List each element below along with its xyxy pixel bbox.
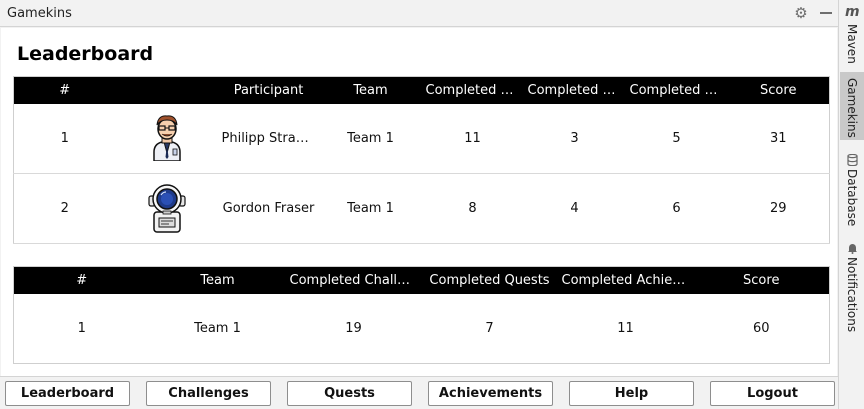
- tool-window-title: Gamekins: [7, 6, 72, 21]
- logout-button[interactable]: Logout: [710, 381, 835, 406]
- avatar-astronaut-icon: [146, 181, 188, 237]
- cell-completed-achievements: 5: [625, 103, 728, 174]
- stripe-item-notifications[interactable]: Notifications: [840, 238, 864, 332]
- column-header-completed-achievements[interactable]: Completed Achiev...: [557, 266, 694, 294]
- table-row[interactable]: 2 Gordon Fraser Team 1 8 4 6 29: [13, 173, 830, 244]
- stripe-label: Maven: [845, 24, 859, 64]
- cell-team: Team 1: [194, 320, 241, 336]
- stripe-item-database[interactable]: Database: [840, 150, 864, 226]
- teams-table: # Team Completed Challen... Completed Qu…: [13, 266, 830, 364]
- cell-completed-quests: 4: [523, 173, 626, 244]
- leaderboard-button[interactable]: Leaderboard: [5, 381, 130, 406]
- right-tool-stripe: m Maven Gamekins Database Notifications: [838, 0, 864, 409]
- table-header-row: # Team Completed Challen... Completed Qu…: [13, 266, 830, 294]
- maven-logo-icon: m: [845, 4, 860, 20]
- help-button[interactable]: Help: [569, 381, 694, 406]
- avatar-glasses-man-icon: [150, 111, 184, 165]
- quests-button[interactable]: Quests: [287, 381, 412, 406]
- stripe-item-gamekins[interactable]: Gamekins: [840, 72, 864, 140]
- stripe-label: Gamekins: [845, 78, 859, 138]
- minimize-icon[interactable]: [820, 12, 832, 14]
- cell-rank: 1: [77, 320, 86, 336]
- column-header-avatar[interactable]: [115, 76, 218, 104]
- table-row[interactable]: 1 Team 1 19 7 11 60: [14, 294, 830, 364]
- bell-icon: [846, 242, 858, 254]
- leaderboard-panel: Leaderboard # Participant Team Completed…: [1, 28, 837, 376]
- achievements-button[interactable]: Achievements: [428, 381, 553, 406]
- cell-team: Team 1: [319, 173, 422, 244]
- bottom-nav-bar: Leaderboard Challenges Quests Achievemen…: [0, 376, 838, 409]
- cell-score: 60: [752, 320, 770, 336]
- stripe-label: Database: [845, 169, 859, 227]
- cell-completed-challenges: 19: [345, 320, 362, 336]
- column-header-score[interactable]: Score: [693, 266, 830, 294]
- column-header-completed-quests[interactable]: Completed Q...: [523, 76, 626, 104]
- cell-rank: 1: [13, 103, 116, 174]
- database-icon: [846, 153, 858, 167]
- column-header-rank[interactable]: #: [13, 266, 150, 294]
- column-header-completed-challenges[interactable]: Completed C...: [421, 76, 524, 104]
- column-header-completed-challenges[interactable]: Completed Challen...: [285, 266, 422, 294]
- table-row[interactable]: 1 Philipp Strau... Team 1 11 3 5 31: [13, 103, 830, 174]
- column-header-completed-achievements[interactable]: Completed A...: [625, 76, 728, 104]
- stripe-label: Notifications: [845, 257, 859, 333]
- column-header-team[interactable]: Team: [319, 76, 422, 104]
- column-header-completed-quests[interactable]: Completed Quests: [421, 266, 558, 294]
- table-header-row: # Participant Team Completed C... Comple…: [13, 76, 830, 104]
- tool-window-header: Gamekins ⚙: [0, 0, 838, 27]
- cell-avatar: [115, 173, 218, 244]
- cell-completed-achievements: 11: [617, 320, 634, 336]
- cell-score: 29: [727, 173, 830, 244]
- cell-completed-quests: 3: [523, 103, 626, 174]
- column-header-team[interactable]: Team: [149, 266, 286, 294]
- cell-completed-challenges: 8: [421, 173, 524, 244]
- column-header-score[interactable]: Score: [727, 76, 830, 104]
- participants-table: # Participant Team Completed C... Comple…: [13, 76, 830, 244]
- gear-icon[interactable]: ⚙: [794, 6, 808, 21]
- challenges-button[interactable]: Challenges: [146, 381, 271, 406]
- cell-team: Team 1: [319, 103, 422, 174]
- cell-participant: Philipp Strau...: [217, 103, 320, 174]
- cell-completed-challenges: 11: [421, 103, 524, 174]
- cell-avatar: [115, 103, 218, 174]
- cell-completed-achievements: 6: [625, 173, 728, 244]
- page-title: Leaderboard: [17, 43, 154, 65]
- cell-participant: Gordon Fraser: [217, 173, 320, 244]
- stripe-item-maven[interactable]: Maven: [840, 24, 864, 66]
- column-header-participant[interactable]: Participant: [217, 76, 320, 104]
- cell-completed-quests: 7: [485, 320, 494, 336]
- cell-score: 31: [727, 103, 830, 174]
- column-header-rank[interactable]: #: [13, 76, 116, 104]
- cell-rank: 2: [13, 173, 116, 244]
